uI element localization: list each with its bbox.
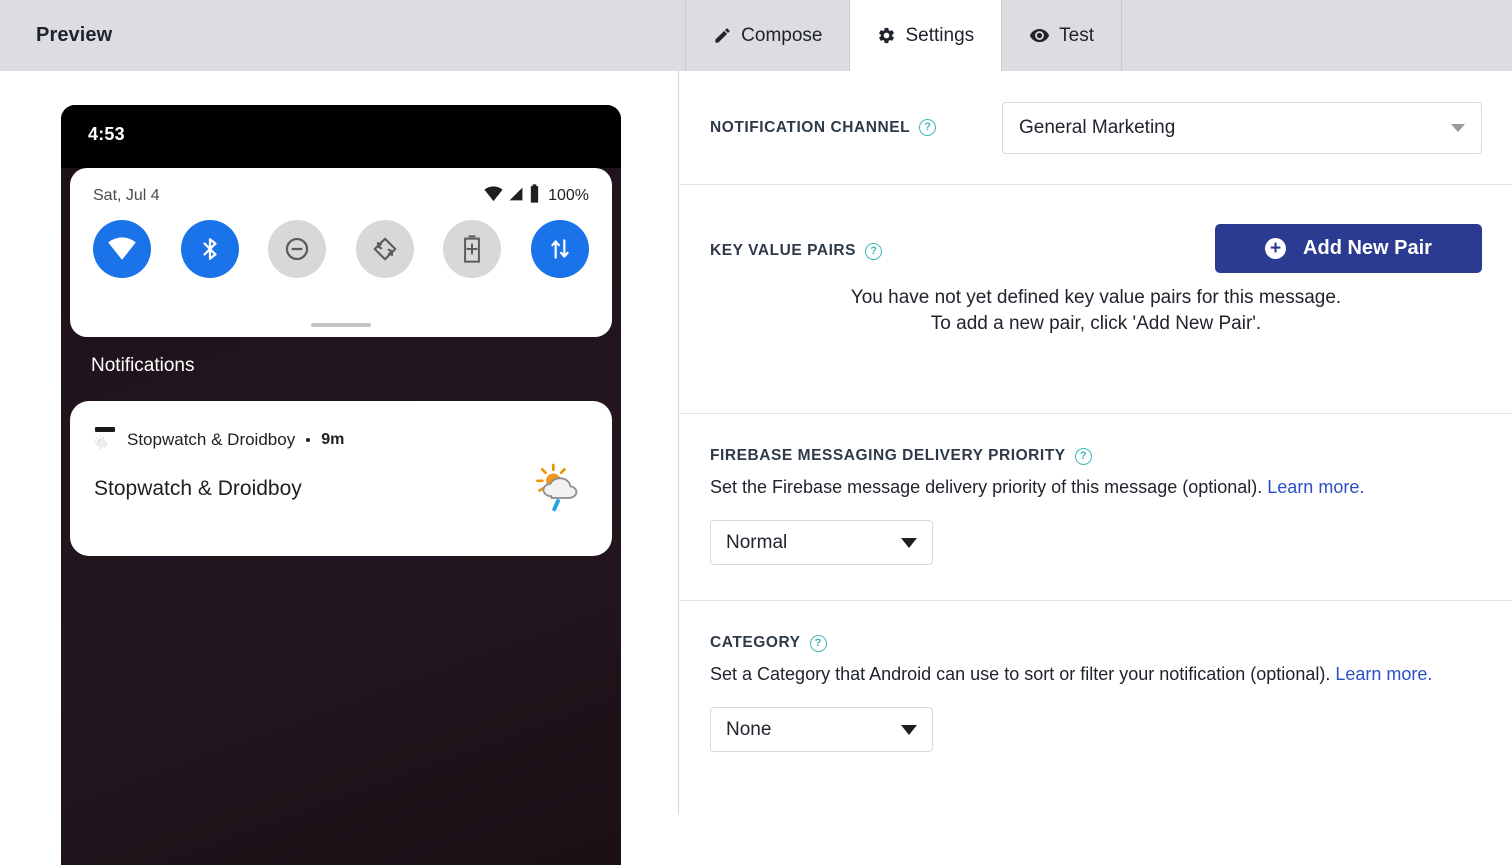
do-not-disturb-toggle[interactable] — [268, 220, 327, 278]
notification-channel-label-row: NOTIFICATION CHANNEL ? — [710, 118, 937, 137]
notification-channel-label: NOTIFICATION CHANNEL — [710, 118, 911, 136]
system-status-icons: 100% — [484, 184, 589, 208]
tab-compose[interactable]: Compose — [685, 0, 851, 71]
tab-settings-label: Settings — [905, 24, 975, 46]
key-value-pairs-label-row: KEY VALUE PAIRS ? — [710, 242, 883, 260]
tab-test[interactable]: Test — [1002, 0, 1122, 71]
delivery-priority-description: Set the Firebase message delivery priori… — [710, 477, 1263, 497]
tab-settings[interactable]: Settings — [850, 0, 1003, 71]
add-new-pair-label: Add New Pair — [1303, 237, 1432, 259]
key-value-pairs-label: KEY VALUE PAIRS — [710, 242, 857, 259]
notification-separator-dot — [306, 438, 311, 442]
tab-test-label: Test — [1059, 24, 1094, 46]
delivery-priority-value: Normal — [726, 531, 788, 553]
app-icon-glyph — [93, 435, 112, 456]
help-icon[interactable]: ? — [919, 119, 937, 136]
delivery-priority-learn-more-link[interactable]: Learn more. — [1267, 477, 1364, 497]
notification-timestamp: 9m — [321, 431, 345, 448]
quick-settings-date: Sat, Jul 4 — [93, 187, 160, 204]
quick-settings-card: Sat, Jul 4 100% — [70, 168, 612, 337]
category-select[interactable]: None — [710, 707, 933, 752]
eye-icon — [1029, 25, 1050, 46]
delivery-priority-label: FIREBASE MESSAGING DELIVERY PRIORITY — [710, 447, 1066, 464]
page-title: Preview — [36, 24, 113, 46]
wifi-toggle[interactable] — [93, 220, 151, 278]
gear-icon — [877, 26, 896, 45]
preview-pane: 4:53 Sat, Jul 4 100% Notifications Stopw… — [0, 71, 679, 865]
phone-status-bar-bg — [61, 105, 621, 168]
category-label-row: CATEGORY ? — [710, 634, 1482, 652]
key-value-pairs-section: KEY VALUE PAIRS ? + Add New Pair You hav… — [680, 185, 1512, 413]
notification-channel-value: General Marketing — [1019, 117, 1176, 138]
delivery-priority-select[interactable]: Normal — [710, 520, 933, 565]
notification-title: Stopwatch & Droidboy — [94, 477, 302, 500]
empty-state-line-2: To add a new pair, click 'Add New Pair'. — [930, 313, 1262, 335]
tabstrip-trailing-space — [1122, 0, 1512, 71]
wifi-icon — [484, 185, 503, 207]
help-icon[interactable]: ? — [1074, 447, 1092, 465]
empty-state-line-1: You have not yet defined key value pairs… — [850, 287, 1342, 308]
category-section: CATEGORY ? Set a Category that Android c… — [680, 601, 1512, 787]
notifications-section-label: Notifications — [91, 355, 195, 376]
plus-icon: + — [1265, 238, 1287, 259]
mobile-data-toggle[interactable] — [530, 220, 589, 278]
chevron-down-icon — [901, 724, 917, 735]
tab-compose-label: Compose — [741, 24, 823, 46]
quick-settings-drag-handle[interactable] — [311, 323, 371, 327]
cellular-signal-icon — [508, 186, 524, 207]
bluetooth-toggle[interactable] — [180, 220, 239, 278]
key-value-pairs-empty-state: You have not yet defined key value pairs… — [680, 285, 1512, 337]
tabstrip: Compose Settings Test — [685, 0, 1512, 71]
app-icon-bar — [95, 427, 115, 432]
battery-percent-label: 100% — [548, 187, 589, 204]
chevron-down-icon — [1451, 124, 1465, 132]
category-learn-more-link[interactable]: Learn more. — [1335, 664, 1432, 684]
help-icon[interactable]: ? — [865, 242, 883, 260]
header-spacer — [112, 0, 685, 71]
notification-channel-section: NOTIFICATION CHANNEL ? General Marketing — [680, 71, 1512, 184]
notification-channel-select[interactable]: General Marketing — [1002, 102, 1482, 154]
auto-rotate-toggle[interactable] — [355, 220, 414, 278]
category-description-row: Set a Category that Android can use to s… — [710, 664, 1482, 685]
pencil-icon — [713, 26, 732, 45]
category-label: CATEGORY — [710, 634, 801, 651]
help-icon[interactable]: ? — [809, 634, 827, 652]
battery-saver-toggle[interactable] — [443, 220, 502, 278]
category-value: None — [726, 718, 772, 740]
weather-sun-cloud-rain-icon — [93, 427, 116, 456]
add-new-pair-button[interactable]: + Add New Pair — [1215, 224, 1482, 273]
notification-large-weather-icon — [534, 463, 590, 518]
quick-settings-header: Sat, Jul 4 100% — [70, 168, 612, 224]
delivery-priority-label-row: FIREBASE MESSAGING DELIVERY PRIORITY ? — [710, 447, 1482, 465]
settings-pane: NOTIFICATION CHANNEL ? General Marketing… — [680, 71, 1512, 815]
category-description: Set a Category that Android can use to s… — [710, 664, 1331, 684]
notification-card[interactable]: Stopwatch & Droidboy 9m Stopwatch & Droi… — [70, 401, 612, 556]
battery-icon — [529, 184, 540, 208]
delivery-priority-section: FIREBASE MESSAGING DELIVERY PRIORITY ? S… — [680, 414, 1512, 600]
notification-app-name: Stopwatch & Droidboy — [127, 430, 296, 449]
status-bar-clock: 4:53 — [88, 124, 125, 144]
notification-header: Stopwatch & Droidboy 9m — [93, 427, 345, 456]
delivery-priority-description-row: Set the Firebase message delivery priori… — [710, 477, 1482, 498]
quick-settings-toggles — [70, 220, 612, 278]
phone-mockup: 4:53 Sat, Jul 4 100% Notifications Stopw… — [61, 105, 621, 865]
chevron-down-icon — [901, 537, 917, 548]
app-header: Preview Compose Settings Test — [0, 0, 1512, 71]
